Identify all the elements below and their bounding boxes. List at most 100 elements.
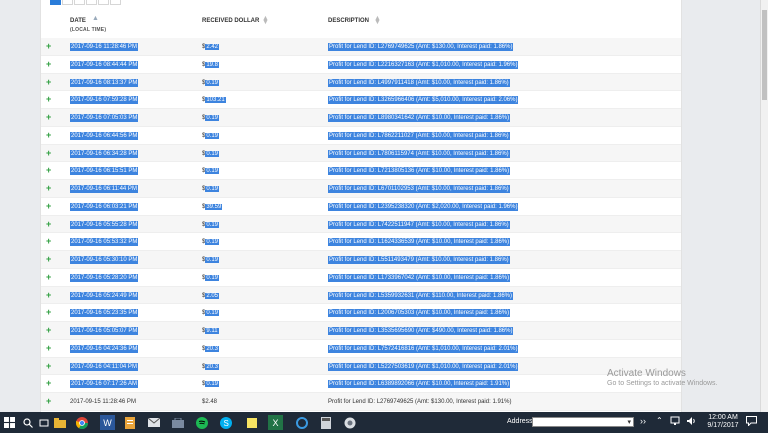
network-icon[interactable]: [670, 416, 680, 428]
amount-value: 0.19: [205, 168, 220, 175]
spotify-icon[interactable]: [194, 415, 209, 430]
go-arrow-icon[interactable]: ››: [640, 416, 646, 426]
page-scrollbar[interactable]: [760, 0, 768, 412]
table-row[interactable]: +2017-09-16 06:03:21 PM $39.59 Profit for …: [41, 198, 681, 216]
page-button[interactable]: [74, 0, 85, 5]
mail-icon[interactable]: [146, 415, 161, 430]
page-button[interactable]: [98, 0, 109, 5]
cell-date: 2017-09-16 06:03:21 PM: [70, 202, 139, 211]
clock[interactable]: 12:00 AM 9/17/2017: [705, 414, 741, 430]
table-row[interactable]: +2017-09-16 05:30:10 PM $0.19 Profit for L…: [41, 251, 681, 269]
expand-plus-icon[interactable]: +: [46, 361, 51, 371]
cell-date: 2017-09-16 05:53:32 PM: [70, 238, 139, 247]
store-icon[interactable]: [170, 415, 185, 430]
expand-plus-icon[interactable]: +: [46, 307, 51, 317]
app-icon[interactable]: [342, 415, 357, 430]
amount-value: 0.19: [205, 274, 220, 281]
page-button[interactable]: [86, 0, 97, 5]
task-view-icon[interactable]: [36, 415, 51, 430]
table-row[interactable]: +2017-09-16 06:34:28 PM $0.19 Profit for L…: [41, 144, 681, 163]
cell-amount: $9.11: [202, 327, 219, 335]
search-icon[interactable]: [20, 415, 35, 430]
amount-value: 0.19: [205, 132, 220, 139]
page-button-active[interactable]: [50, 0, 61, 5]
amount-value: 0.19: [205, 150, 220, 157]
expand-plus-icon[interactable]: +: [46, 183, 51, 193]
file-explorer-icon[interactable]: [52, 415, 67, 430]
expand-plus-icon[interactable]: +: [46, 130, 51, 140]
expand-plus-icon[interactable]: +: [46, 254, 51, 264]
cell-amount: $0.19: [202, 221, 220, 229]
volume-icon[interactable]: [686, 416, 696, 428]
expand-plus-icon[interactable]: +: [46, 77, 51, 87]
table-body: +2017-09-16 11:28:46 PM $2.42 Profit for L…: [41, 38, 681, 411]
sticky-notes-icon[interactable]: [244, 415, 259, 430]
table-row[interactable]: +2017-09-16 07:05:03 PM $0.19 Profit for L…: [41, 109, 681, 127]
expand-plus-icon[interactable]: +: [46, 59, 51, 69]
notifications-icon[interactable]: [746, 416, 757, 428]
sort-asc-icon: ▲: [92, 15, 99, 22]
cell-date: 2017-09-16 04:11:04 PM: [70, 362, 138, 371]
expand-plus-icon[interactable]: +: [46, 165, 51, 175]
document-icon[interactable]: [122, 415, 137, 430]
column-header-description[interactable]: DESCRIPTION ▲ ▼: [328, 15, 381, 26]
cell-amount: $0.19: [202, 238, 220, 246]
cell-amount: $0.19: [202, 150, 220, 158]
table-row[interactable]: +2017-09-16 05:53:32 PM $0.19 Profit for L…: [41, 233, 681, 251]
table-row[interactable]: +2017-09-16 08:13:37 PM $0.19 Profit for L…: [41, 73, 681, 92]
table-row[interactable]: +2017-09-16 05:55:28 PM $0.19 Profit for L…: [41, 215, 681, 234]
expand-plus-icon[interactable]: +: [46, 236, 51, 246]
expand-plus-icon[interactable]: +: [46, 272, 51, 282]
amount-value: 20.3: [205, 345, 220, 352]
edge-icon[interactable]: [294, 415, 309, 430]
calculator-icon[interactable]: [318, 415, 333, 430]
address-input[interactable]: ▾: [532, 417, 634, 427]
cell-description: Profit for Lend ID: L7422511947 (Amt: $1…: [328, 220, 510, 229]
amount-value: 0.19: [205, 221, 220, 228]
cell-date: 2017-09-15 11:28:46 PM: [70, 399, 136, 405]
expand-plus-icon[interactable]: +: [46, 112, 51, 122]
chrome-icon[interactable]: [74, 415, 89, 430]
cell-description: Profit for Lend ID: L5227503619 (Amt: $1…: [328, 362, 519, 371]
column-header-date[interactable]: DATE ▲ (LOCAL TIME): [70, 15, 106, 33]
table-row[interactable]: +2017-09-16 04:11:04 PM $20.3 Profit for L…: [41, 357, 681, 376]
windows-start-icon[interactable]: [2, 415, 17, 430]
scrollbar-thumb[interactable]: [762, 10, 767, 100]
table-row[interactable]: +2017-09-16 07:59:28 PM $103.21 Profit for…: [41, 91, 681, 109]
expand-plus-icon[interactable]: +: [46, 148, 51, 158]
expand-plus-icon[interactable]: +: [46, 325, 51, 335]
table-row[interactable]: +2017-09-16 06:44:56 PM $0.19 Profit for L…: [41, 127, 681, 145]
watermark-title: Activate Windows: [607, 368, 686, 379]
table-row[interactable]: +2017-09-16 06:11:44 PM $0.19 Profit for L…: [41, 180, 681, 198]
page-button[interactable]: [62, 0, 73, 5]
expand-plus-icon[interactable]: +: [46, 94, 51, 104]
table-row[interactable]: +2017-09-16 05:24:49 PM $2.05 Profit for L…: [41, 286, 681, 305]
table-row[interactable]: +2017-09-16 06:15:51 PM $0.19 Profit for L…: [41, 162, 681, 180]
expand-plus-icon[interactable]: +: [46, 343, 51, 353]
table-row[interactable]: +2017-09-16 05:05:07 PM $9.11 Profit for L…: [41, 322, 681, 340]
table-row[interactable]: +2017-09-16 05:28:20 PM $0.19 Profit for L…: [41, 269, 681, 287]
table-row[interactable]: +2017-09-16 05:23:35 PM $0.19 Profit for L…: [41, 304, 681, 322]
expand-plus-icon[interactable]: +: [46, 378, 51, 388]
cell-date: 2017-09-16 06:15:51 PM: [70, 167, 139, 176]
column-header-amount[interactable]: RECEIVED DOLLAR ▲ ▼: [202, 15, 269, 26]
table-row[interactable]: +2017-09-16 04:24:36 PM $20.3 Profit for L…: [41, 340, 681, 358]
skype-icon[interactable]: S: [218, 415, 233, 430]
table-row[interactable]: +2017-09-16 08:44:44 PM $19.8 Profit for L…: [41, 56, 681, 74]
column-header-date-label: DATE: [70, 18, 86, 24]
amount-value: 0.19: [205, 115, 220, 121]
page-button[interactable]: [110, 0, 121, 5]
table-row[interactable]: +2017-09-15 11:28:46 PM $2.48 Profit for L…: [41, 393, 681, 411]
expand-plus-icon[interactable]: +: [46, 41, 51, 51]
svg-text:S: S: [223, 419, 228, 428]
word-icon[interactable]: W: [100, 415, 115, 430]
expand-plus-icon[interactable]: +: [46, 396, 51, 406]
expand-plus-icon[interactable]: +: [46, 219, 51, 229]
chevron-down-icon[interactable]: ▾: [627, 418, 631, 427]
expand-plus-icon[interactable]: +: [46, 201, 51, 211]
expand-plus-icon[interactable]: +: [46, 290, 51, 300]
chevron-up-icon[interactable]: ⌃: [656, 416, 663, 425]
excel-icon[interactable]: X: [268, 415, 283, 430]
table-row[interactable]: +2017-09-16 11:28:46 PM $2.42 Profit for L…: [41, 38, 681, 56]
table-row[interactable]: +2017-09-16 07:17:26 AM $0.19 Profit for L…: [41, 375, 681, 393]
